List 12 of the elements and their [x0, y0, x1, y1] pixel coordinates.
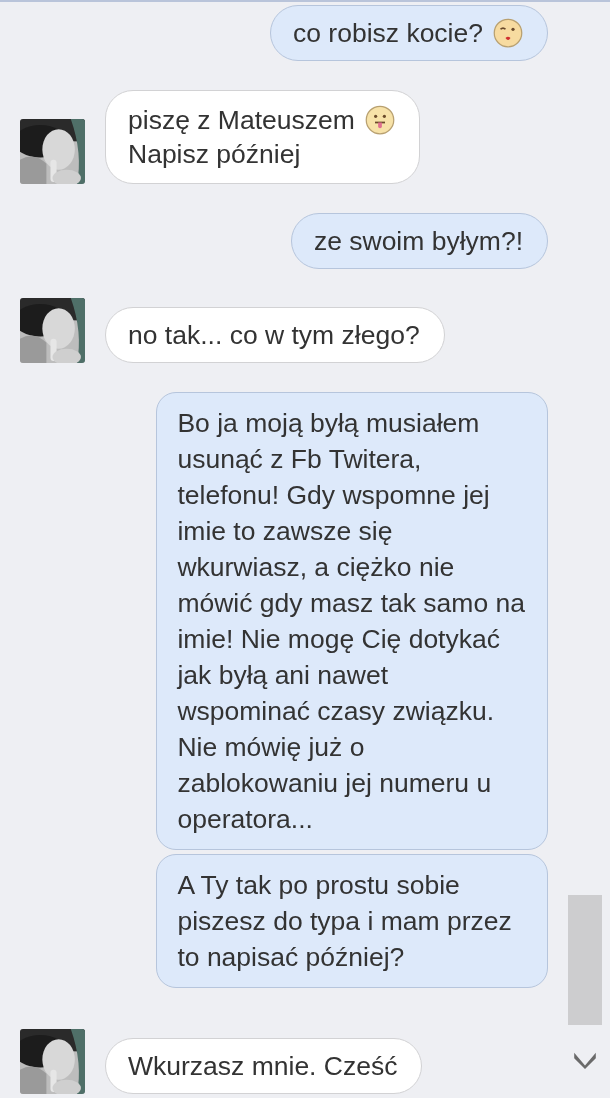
- message-text: co robisz kocie?: [293, 17, 483, 50]
- message-text: ze swoim byłym?!: [313, 225, 523, 258]
- message-text: Bo ja moją byłą musiałem usunąć z Fb Twitera, telefonu! Gdy wspomne jej imie to zawsze się wkurwiasz, a ciężko nie mówić gdy masz tak samo na imie! Nie mogę Cię dotykać jak byłą ani nawet wspominać czasy związku. Nie mówię już o zablokowaniu jej numeru u operatora...: [177, 407, 525, 836]
- chevron-down-icon[interactable]: [572, 1051, 598, 1069]
- message-text: piszę z Mateuszem: [128, 104, 355, 137]
- smiley-icon: [364, 105, 395, 135]
- message-text: no tak... co w tym złego?: [128, 319, 420, 352]
- smiley-icon: [493, 18, 523, 48]
- message-text: Napisz później: [128, 138, 302, 171]
- scrollbar-thumb[interactable]: [568, 895, 602, 1025]
- message-text: A Ty tak po prostu sobie piszesz do typa i mam przez to napisać później?: [177, 869, 513, 974]
- message-text: Wkurzasz mnie. Cześć: [128, 1050, 398, 1083]
